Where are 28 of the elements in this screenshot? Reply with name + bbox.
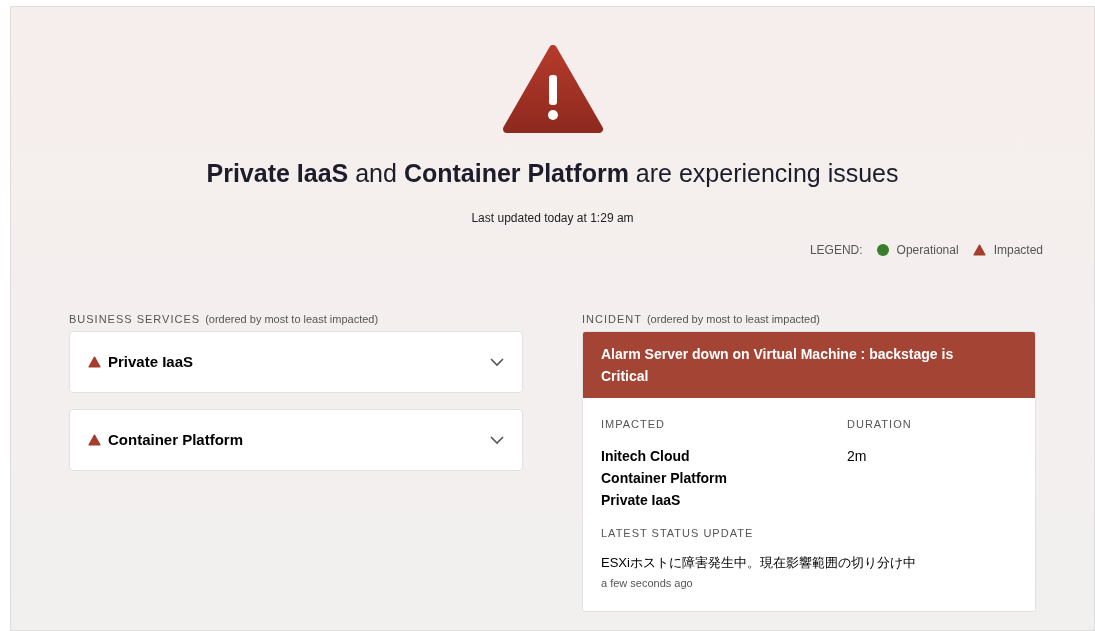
warning-triangle-icon <box>88 434 101 446</box>
status-headline: Private IaaS and Container Platform are experiencing issues <box>206 158 899 189</box>
duration-value: 2m <box>847 446 868 466</box>
warning-triangle-icon <box>88 356 101 368</box>
service-name: Container Platform <box>108 429 244 450</box>
field-label: LATEST STATUS UPDATE <box>601 525 755 541</box>
field-label: DURATION <box>847 417 912 432</box>
impacted-service: Initech Cloud <box>601 446 691 466</box>
legend-item: Impacted <box>993 241 1043 259</box>
warning-triangle-icon <box>972 243 986 256</box>
field-label: IMPACTED <box>601 417 667 432</box>
impacted-service: Private IaaS <box>601 490 682 510</box>
status-update-text: ESXiホストに障害発生中。現在影響範囲の切り分け中 <box>601 554 917 572</box>
legend-label: LEGEND: <box>809 241 863 259</box>
service-name: Private IaaS <box>108 351 195 372</box>
update-time: a few seconds ago <box>601 575 694 591</box>
section-title: INCIDENT <box>582 311 642 327</box>
last-updated-text: Last updated today at 1:29 am <box>471 209 634 227</box>
chevron-icon <box>490 357 504 367</box>
service-accordion[interactable]: Container Platform <box>69 409 523 471</box>
impacted-service: Container Platform <box>601 468 728 488</box>
section-subtitle: (ordered by most to least impacted) <box>205 311 379 327</box>
legend-item: Operational <box>896 241 959 259</box>
chevron-icon <box>490 435 504 445</box>
section-subtitle: (ordered by most to least impacted) <box>646 311 820 327</box>
incident-title: Alarm Server down on Virtual Machine : backstage is Critical <box>583 332 1035 398</box>
section-title: BUSINESS SERVICES <box>69 311 201 327</box>
service-accordion[interactable]: Private IaaS <box>69 331 523 393</box>
